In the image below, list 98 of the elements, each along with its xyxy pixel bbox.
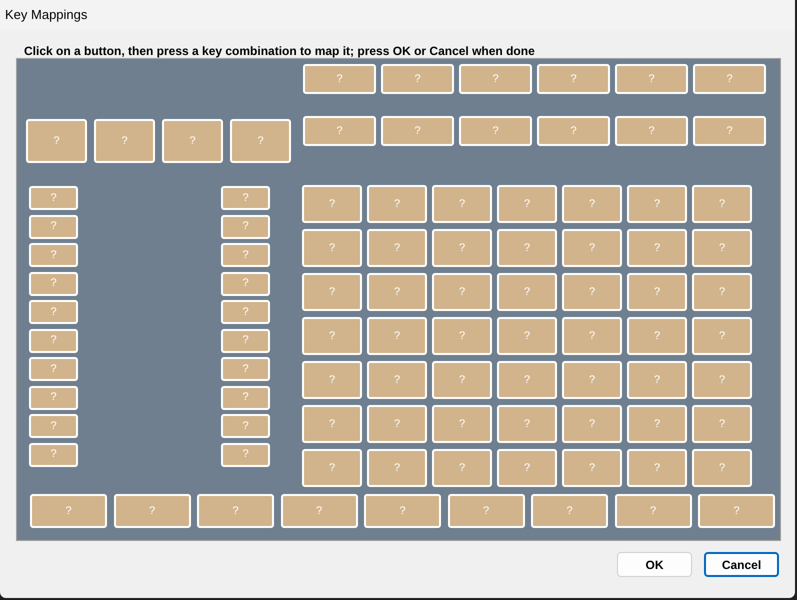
key-button[interactable]: ? [432,229,492,267]
key-button[interactable]: ? [29,386,78,410]
key-button[interactable]: ? [29,214,78,238]
key-button[interactable]: ? [221,414,270,438]
key-button[interactable]: ? [692,317,752,355]
key-button[interactable]: ? [562,185,622,223]
key-button[interactable]: ? [221,186,270,210]
key-button[interactable]: ? [497,229,557,267]
key-button[interactable]: ? [364,494,441,528]
key-button[interactable]: ? [221,272,270,296]
key-button[interactable]: ? [367,449,427,487]
key-button[interactable]: ? [562,273,622,311]
key-button[interactable]: ? [562,449,622,487]
key-button[interactable]: ? [692,229,752,267]
key-button[interactable]: ? [162,119,223,163]
key-button[interactable]: ? [221,214,270,238]
key-button[interactable]: ? [692,185,752,223]
key-button[interactable]: ? [459,64,532,94]
dialog-button[interactable]: OK [617,552,692,577]
key-button[interactable]: ? [367,185,427,223]
key-button[interactable]: ? [627,317,687,355]
key-button[interactable]: ? [29,300,78,324]
key-button[interactable]: ? [381,116,454,146]
key-button[interactable]: ? [627,273,687,311]
key-button[interactable]: ? [221,243,270,267]
key-button[interactable]: ? [692,361,752,399]
key-button[interactable]: ? [221,386,270,410]
key-button[interactable]: ? [615,116,688,146]
key-button[interactable]: ? [497,185,557,223]
key-button[interactable]: ? [497,449,557,487]
key-button[interactable]: ? [692,273,752,311]
key-button[interactable]: ? [432,449,492,487]
key-button[interactable]: ? [302,405,362,443]
key-button[interactable]: ? [627,185,687,223]
key-button[interactable]: ? [303,64,376,94]
key-button[interactable]: ? [197,494,274,528]
key-button[interactable]: ? [302,317,362,355]
key-button[interactable]: ? [302,361,362,399]
key-button[interactable]: ? [29,328,78,352]
key-button[interactable]: ? [302,273,362,311]
key-button[interactable]: ? [562,317,622,355]
window-title: Key Mappings [5,6,88,24]
key-button[interactable]: ? [531,494,608,528]
dialog-button[interactable]: Cancel [704,552,779,577]
key-button[interactable]: ? [367,361,427,399]
key-button[interactable]: ? [562,361,622,399]
key-button[interactable]: ? [698,494,775,528]
key-button[interactable]: ? [29,414,78,438]
key-button[interactable]: ? [367,229,427,267]
key-button[interactable]: ? [29,243,78,267]
key-button[interactable]: ? [302,449,362,487]
key-button[interactable]: ? [562,405,622,443]
key-button[interactable]: ? [381,64,454,94]
key-button[interactable]: ? [29,272,78,296]
key-button[interactable]: ? [280,494,358,528]
key-button[interactable]: ? [302,229,362,267]
key-button[interactable]: ? [537,64,610,94]
key-button[interactable]: ? [432,405,492,443]
key-button[interactable]: ? [29,357,78,381]
key-button[interactable]: ? [497,273,557,311]
key-button[interactable]: ? [367,405,427,443]
key-button[interactable]: ? [627,229,687,267]
key-button[interactable]: ? [114,494,190,528]
key-button[interactable]: ? [30,494,107,528]
key-button[interactable]: ? [367,317,427,355]
key-button[interactable]: ? [562,229,622,267]
key-button[interactable]: ? [693,64,766,94]
key-button[interactable]: ? [221,300,270,324]
key-button[interactable]: ? [627,361,687,399]
key-button[interactable]: ? [693,116,766,146]
key-button[interactable]: ? [221,442,270,466]
instruction-text: Click on a button, then press a key combination to map it; press OK or Cancel when done [24,44,535,58]
key-button[interactable]: ? [614,494,692,528]
key-button[interactable]: ? [94,119,155,163]
key-button[interactable]: ? [221,328,270,352]
key-button[interactable]: ? [497,405,557,443]
key-button[interactable]: ? [627,449,687,487]
key-button[interactable]: ? [29,186,78,210]
key-button[interactable]: ? [615,64,688,94]
key-button[interactable]: ? [692,449,752,487]
key-button[interactable]: ? [230,119,291,163]
key-button[interactable]: ? [497,361,557,399]
key-button[interactable]: ? [627,405,687,443]
key-button[interactable]: ? [459,116,532,146]
key-button[interactable]: ? [432,273,492,311]
key-button[interactable]: ? [537,116,610,146]
key-button[interactable]: ? [432,185,492,223]
key-button[interactable]: ? [26,119,87,163]
key-button[interactable]: ? [367,273,427,311]
key-button[interactable]: ? [432,317,492,355]
key-button[interactable]: ? [221,357,270,381]
key-button[interactable]: ? [302,185,362,223]
key-button[interactable]: ? [303,116,376,146]
key-button[interactable]: ? [448,494,524,528]
key-button[interactable]: ? [497,317,557,355]
key-button[interactable]: ? [432,361,492,399]
key-button[interactable]: ? [29,442,78,466]
key-button[interactable]: ? [692,405,752,443]
